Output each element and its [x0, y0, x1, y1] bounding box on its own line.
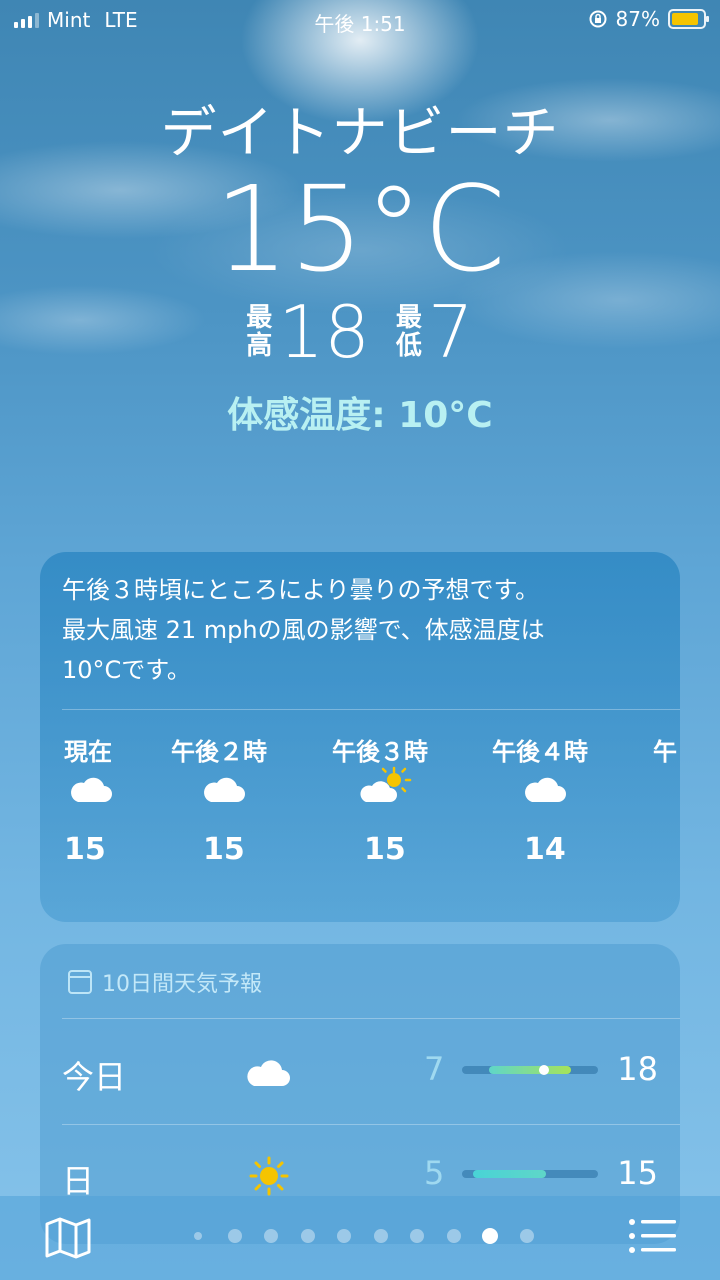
hour-time: 午後２時 [171, 738, 267, 766]
forecast-high: 15 [617, 1154, 658, 1192]
hour-temp: 15 [364, 832, 406, 867]
ten-day-title: 10日間天気予報 [102, 972, 262, 997]
page-dot[interactable] [399, 1229, 436, 1243]
status-bar: Mint LTE 午後 1:51 87% [0, 0, 720, 40]
temperature-range-bar [462, 1170, 598, 1178]
cloud-icon [525, 777, 566, 802]
cloud-icon [204, 777, 245, 802]
low-temp: 7 [427, 290, 474, 374]
high-low: 最高 18 最低 7 [0, 296, 720, 368]
forecast-row-today[interactable]: 今日 7 18 [62, 1042, 658, 1102]
rotation-lock-icon [589, 10, 607, 28]
hour-temp: 15 [64, 832, 106, 867]
page-indicator[interactable] [180, 1228, 545, 1244]
hour-item[interactable]: 午後４時 14 [492, 732, 612, 867]
forecast-day: 今日 [62, 1058, 127, 1096]
list-icon[interactable] [628, 1216, 678, 1256]
divider [62, 1018, 680, 1019]
divider [62, 1124, 680, 1125]
high-label: 最 [246, 303, 273, 333]
low-label: 最 [395, 303, 422, 333]
page-dot[interactable] [363, 1229, 400, 1243]
forecast-summary: 午後３時頃にところにより曇りの予想です。 最大風速 21 mphの風の影響で、体… [62, 570, 658, 690]
hourly-forecast-card[interactable]: 午後３時頃にところにより曇りの予想です。 最大風速 21 mphの風の影響で、体… [40, 552, 680, 922]
divider [62, 709, 680, 710]
page-dot[interactable] [509, 1229, 546, 1243]
sun-icon [249, 1156, 289, 1196]
page-dot[interactable] [217, 1229, 254, 1243]
temperature-range-fill [472, 1170, 547, 1178]
city-name: デイトナビーチ [160, 101, 560, 166]
hour-temp: 14 [524, 832, 566, 867]
cloud-icon [247, 1060, 290, 1086]
hour-item[interactable]: 現在 15 [64, 732, 184, 867]
page-dot[interactable] [180, 1232, 217, 1240]
calendar-icon [68, 970, 92, 994]
summary-line: 10°Cです。 [62, 656, 191, 684]
hour-item[interactable]: 午後３時 15 [332, 732, 452, 867]
hour-time: 午後４時 [492, 738, 588, 766]
cloud-icon [71, 777, 112, 802]
high-label-2: 高 [246, 331, 273, 361]
forecast-low: 7 [424, 1050, 445, 1088]
hour-time: 現在 [64, 738, 112, 766]
sun-cloud-icon [360, 766, 412, 802]
forecast-low: 5 [424, 1154, 445, 1192]
temperature-range-fill [489, 1066, 571, 1074]
hour-temp: 15 [203, 832, 245, 867]
summary-line: 最大風速 21 mphの風の影響で、体感温度は [62, 616, 545, 644]
feels-like: 体感温度: 10°C [227, 395, 493, 436]
battery-percent: 87% [615, 7, 660, 31]
hour-item[interactable]: 午後２時 15 [171, 732, 291, 867]
page-dot[interactable] [253, 1229, 290, 1243]
page-dot[interactable] [326, 1229, 363, 1243]
current-temp-dot [538, 1065, 549, 1075]
temperature-range-bar [462, 1065, 598, 1075]
low-label-2: 低 [395, 331, 422, 361]
map-icon[interactable] [44, 1216, 92, 1260]
page-dot[interactable] [472, 1228, 509, 1244]
forecast-high: 18 [617, 1050, 658, 1088]
hour-item[interactable]: 午 [653, 732, 680, 772]
summary-line: 午後３時頃にところにより曇りの予想です。 [62, 576, 540, 604]
high-temp: 18 [278, 290, 370, 374]
hour-time: 午 [653, 738, 677, 766]
battery-icon [668, 9, 709, 29]
page-dot[interactable] [436, 1229, 473, 1243]
page-dot[interactable] [290, 1229, 327, 1243]
bottom-toolbar [0, 1196, 720, 1280]
current-temperature: 15°C [214, 160, 506, 298]
